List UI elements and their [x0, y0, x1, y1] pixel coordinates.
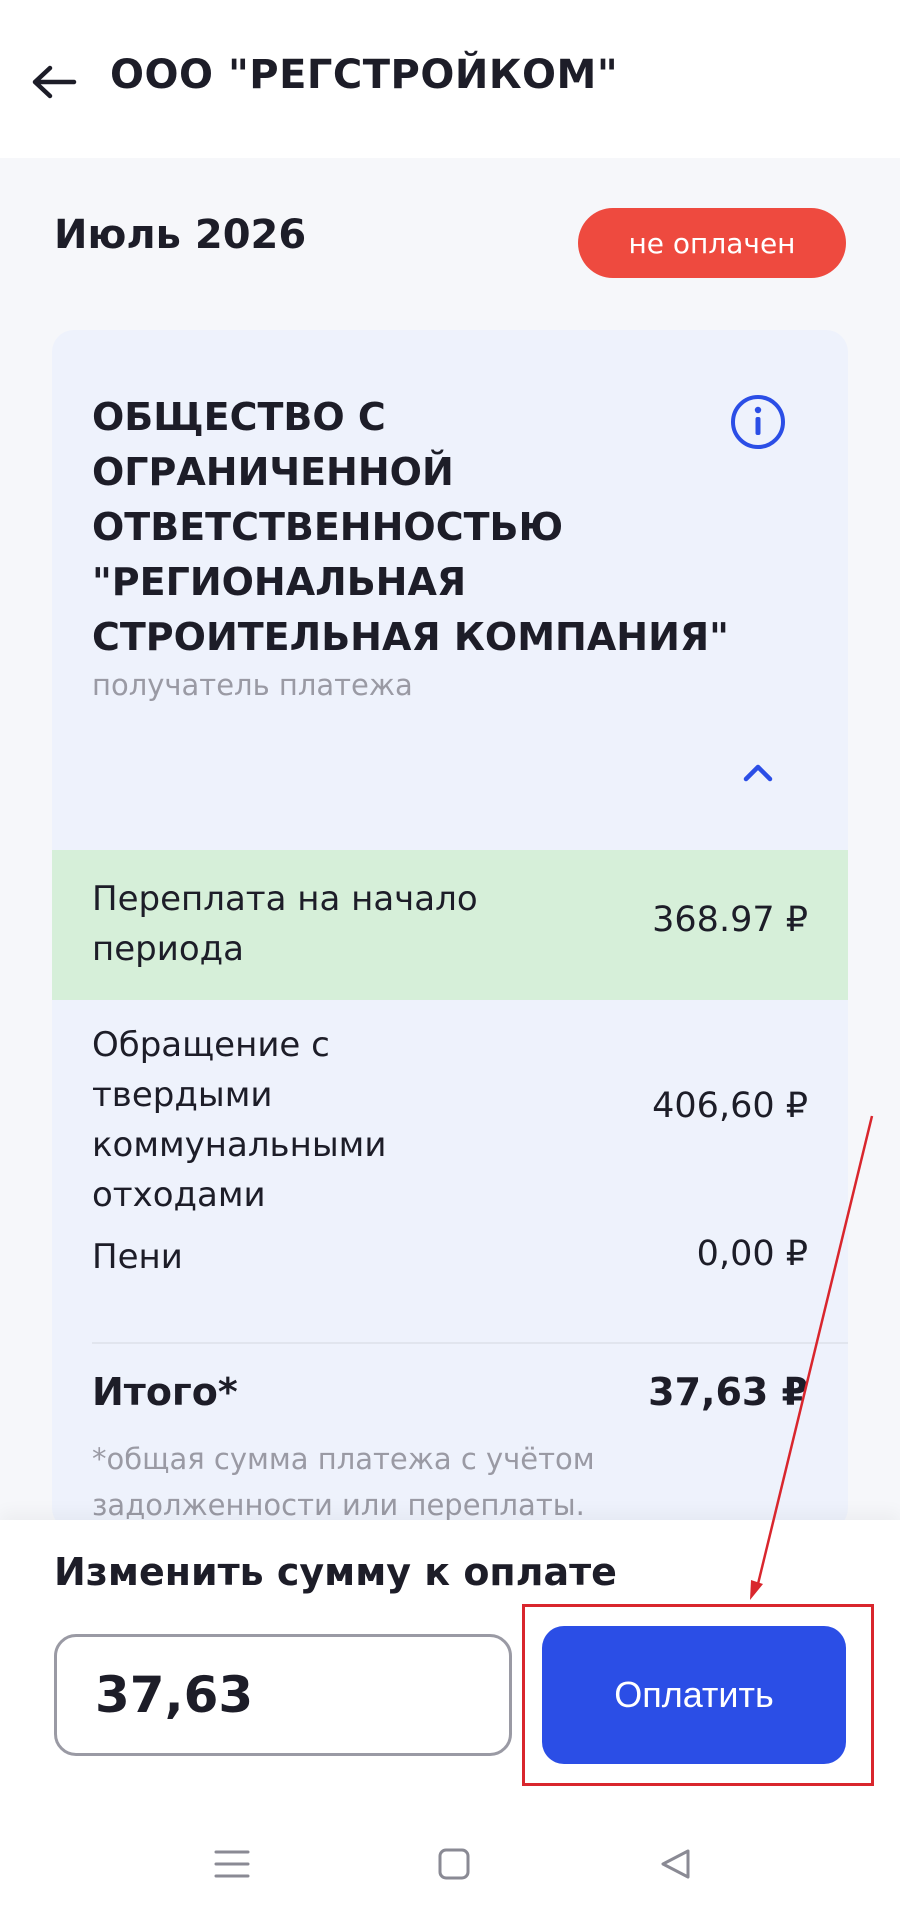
nav-home-button[interactable]: [424, 1834, 484, 1894]
amount-input[interactable]: [54, 1634, 512, 1756]
app-header: ООО "РЕГСТРОЙКОМ": [0, 0, 900, 158]
row-label: Обращение с твердыми коммунальными отход…: [92, 1025, 387, 1215]
total-label: Итого*: [92, 1370, 238, 1414]
row-value: 368.97 ₽: [652, 900, 808, 940]
square-home-icon: [438, 1848, 470, 1880]
info-button[interactable]: [728, 392, 788, 452]
recipient-name: ОБЩЕСТВО С ОГРАНИЧЕННОЙ ОТВЕТСТВЕННОСТЬЮ…: [92, 395, 729, 659]
triangle-back-icon: [661, 1849, 690, 1879]
menu-icon: [214, 1850, 250, 1878]
nav-back-button[interactable]: [646, 1834, 706, 1894]
overpayment-row: Переплата на начало периода 368.97 ₽: [52, 850, 848, 1000]
row-value: 0,00 ₽: [696, 1234, 808, 1274]
system-nav-bar: [0, 1810, 900, 1920]
info-icon: [731, 395, 785, 449]
row-value: 406,60 ₽: [652, 1086, 808, 1126]
divider: [92, 1342, 848, 1344]
invoice-card: ОБЩЕСТВО С ОГРАНИЧЕННОЙ ОТВЕТСТВЕННОСТЬЮ…: [52, 330, 848, 1530]
nav-menu-button[interactable]: [202, 1834, 262, 1894]
total-value: 37,63 ₽: [648, 1370, 808, 1414]
status-badge: не оплачен: [578, 208, 846, 278]
page-title: ООО "РЕГСТРОЙКОМ": [110, 52, 619, 98]
recipient-caption: получатель платежа: [92, 668, 413, 702]
arrow-left-icon: [32, 65, 77, 99]
pay-button[interactable]: Оплатить: [542, 1626, 846, 1764]
invoice-period: Июль 2026: [54, 212, 307, 258]
collapse-button[interactable]: [738, 752, 778, 792]
chevron-up-icon: [743, 764, 773, 782]
total-note: *общая сумма платежа с учётом задолженно…: [92, 1442, 595, 1522]
back-button[interactable]: [26, 58, 82, 106]
row-label: Пени: [92, 1237, 183, 1277]
change-amount-label: Изменить сумму к оплате: [54, 1550, 617, 1594]
row-label: Переплата на начало периода: [92, 879, 478, 969]
